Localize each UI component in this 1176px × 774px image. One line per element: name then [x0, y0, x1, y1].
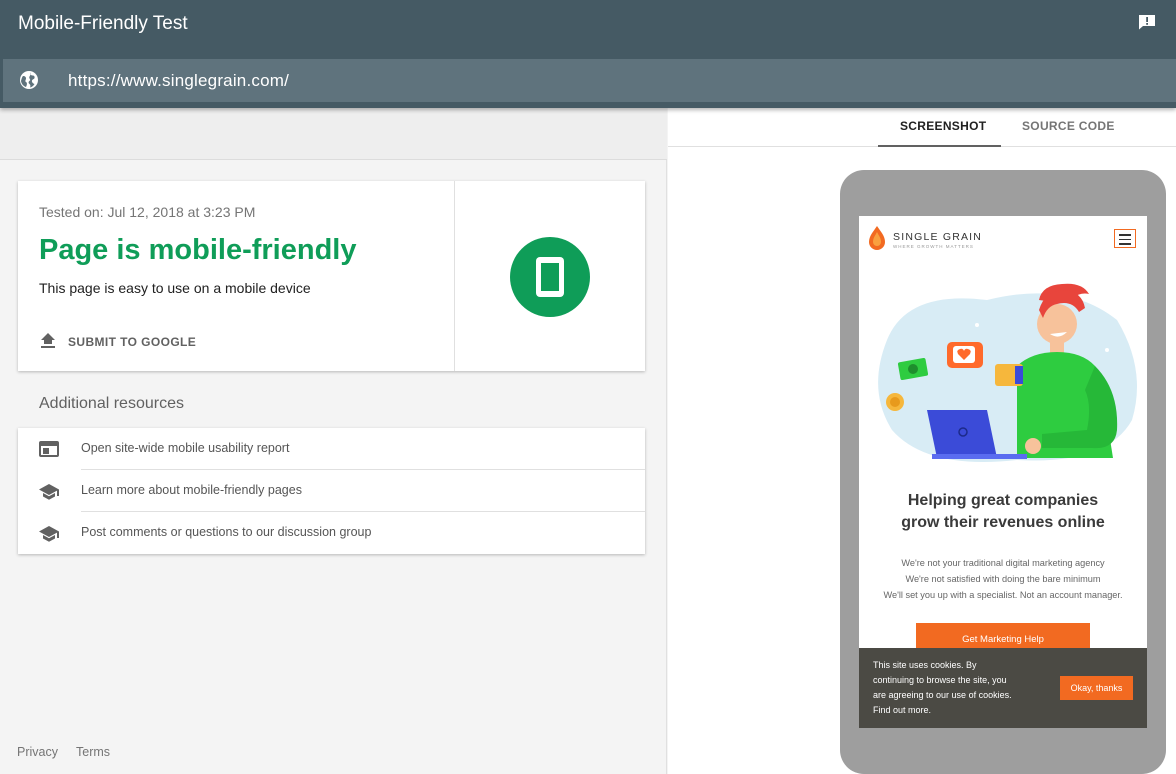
cookie-accept-button: Okay, thanks [1060, 676, 1133, 700]
privacy-link[interactable]: Privacy [17, 745, 58, 759]
mobile-friendly-badge [510, 237, 590, 317]
tab-source-code[interactable]: SOURCE CODE [1022, 119, 1115, 133]
single-grain-logo [869, 226, 885, 250]
tested-on-date: Tested on: Jul 12, 2018 at 3:23 PM [39, 204, 256, 220]
resource-label: Post comments or questions to our discus… [81, 525, 372, 539]
result-card: Tested on: Jul 12, 2018 at 3:23 PM Page … [18, 181, 645, 371]
preview-pane: SCREENSHOT SOURCE CODE SINGLE GRAIN WHER… [668, 108, 1176, 774]
cookie-line: are agreeing to our use of cookies. [873, 690, 1012, 700]
hero-heading: Helping great companies grow their reven… [859, 490, 1147, 534]
url-text: https://www.singlegrain.com/ [68, 71, 290, 90]
brand-tagline: WHERE GROWTH MATTERS [893, 244, 974, 249]
resources-list: Open site-wide mobile usability report L… [18, 428, 645, 554]
page-verdict: Page is mobile-friendly [39, 234, 357, 266]
card-divider [454, 181, 455, 371]
resource-label: Learn more about mobile-friendly pages [81, 483, 302, 497]
school-cap-icon [39, 484, 59, 500]
additional-resources-heading: Additional resources [39, 395, 184, 412]
active-tab-indicator [878, 145, 1001, 147]
hero-heading-line: Helping great companies [907, 492, 1099, 509]
cookie-message: This site uses cookies. By continuing to… [873, 658, 1043, 718]
web-report-icon [39, 441, 59, 457]
url-input[interactable]: https://www.singlegrain.com/ [3, 59, 1176, 102]
description-line: We're not satisfied with doing the bare … [905, 574, 1101, 584]
feedback-icon[interactable] [1138, 14, 1156, 30]
cookie-banner: This site uses cookies. By continuing to… [859, 648, 1147, 728]
submit-to-google-button[interactable]: SUBMIT TO GOOGLE [39, 332, 196, 352]
resource-label: Open site-wide mobile usability report [81, 441, 290, 455]
resource-learn-more[interactable]: Learn more about mobile-friendly pages [18, 470, 645, 512]
tab-screenshot[interactable]: SCREENSHOT [900, 119, 986, 133]
results-header-band [0, 108, 667, 160]
cookie-line: This site uses cookies. By [873, 660, 977, 670]
description-line: We're not your traditional digital marke… [901, 558, 1105, 568]
cookie-line: continuing to browse the site, you [873, 675, 1007, 685]
device-frame: SINGLE GRAIN WHERE GROWTH MATTERS Helpin… [840, 170, 1166, 774]
school-cap-icon [39, 526, 59, 542]
submit-label: SUBMIT TO GOOGLE [68, 335, 197, 349]
description-line: We'll set you up with a specialist. Not … [883, 590, 1123, 600]
terms-link[interactable]: Terms [76, 745, 110, 759]
globe-icon [20, 71, 38, 89]
results-pane: Tested on: Jul 12, 2018 at 3:23 PM Page … [0, 108, 667, 774]
page-screenshot: SINGLE GRAIN WHERE GROWTH MATTERS Helpin… [859, 216, 1147, 728]
hamburger-menu-icon [1114, 229, 1136, 248]
app-bar: Mobile-Friendly Test https://www.singleg… [0, 0, 1176, 108]
verdict-description: This page is easy to use on a mobile dev… [39, 280, 311, 296]
upload-icon [41, 333, 55, 348]
brand-name: SINGLE GRAIN [893, 231, 983, 243]
app-title: Mobile-Friendly Test [18, 13, 188, 34]
resource-usability-report[interactable]: Open site-wide mobile usability report [18, 428, 645, 470]
resource-discussion-group[interactable]: Post comments or questions to our discus… [18, 512, 645, 554]
get-marketing-help-button: Get Marketing Help [916, 623, 1090, 650]
smartphone-icon [536, 257, 564, 297]
hero-description: We're not your traditional digital marke… [859, 555, 1147, 603]
cookie-line: Find out more. [873, 705, 932, 715]
hero-illustration [878, 283, 1137, 462]
hero-heading-line: grow their revenues online [901, 514, 1105, 531]
